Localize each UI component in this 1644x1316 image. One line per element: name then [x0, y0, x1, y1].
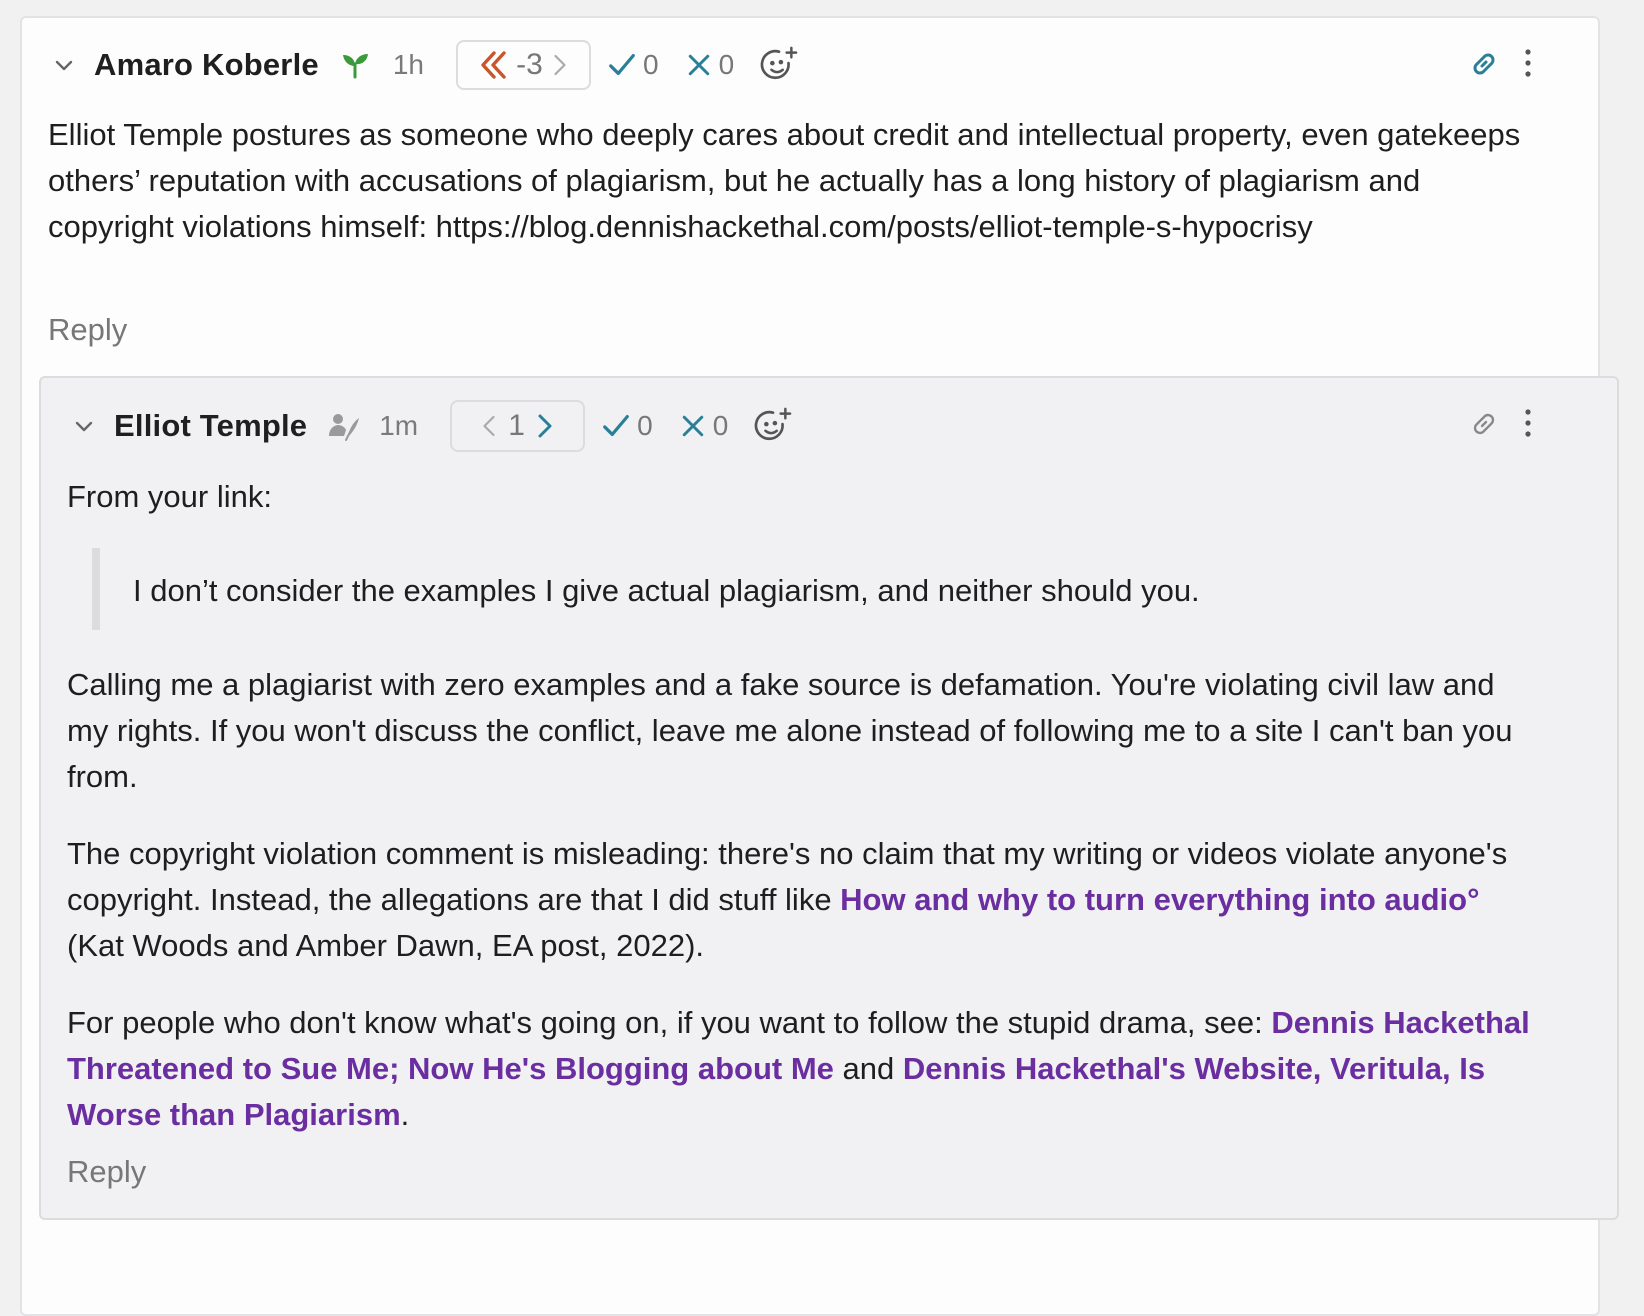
link-icon[interactable]: [1468, 48, 1500, 80]
paragraph-2: The copyright violation comment is misle…: [67, 831, 1537, 969]
check-icon: [609, 54, 635, 76]
check-icon: [603, 415, 629, 437]
audio-article-link[interactable]: How and why to turn everything into audi…: [840, 882, 1467, 917]
reply-intro: From your link:: [67, 474, 272, 520]
chevron-down-icon[interactable]: [72, 414, 96, 438]
blockquote-bar: [92, 548, 100, 630]
vote-score: -3: [516, 48, 543, 81]
link-icon[interactable]: [1468, 408, 1500, 440]
reply-button[interactable]: Reply: [67, 1154, 146, 1190]
disagree-button[interactable]: 0: [679, 410, 729, 442]
timestamp: 1m: [379, 410, 419, 441]
chevron-down-icon[interactable]: [52, 53, 76, 77]
chevron-right-icon[interactable]: [551, 50, 569, 80]
intro-text: From your link:: [67, 479, 272, 514]
vote-score: 1: [508, 409, 525, 442]
text-span: and: [833, 1051, 903, 1086]
user-feather-icon: [329, 414, 360, 441]
blockquote: I don’t consider the examples I give act…: [133, 568, 1533, 614]
kebab-menu-icon[interactable]: [1523, 408, 1533, 438]
vote-widget: 1: [450, 400, 586, 452]
chevron-right-icon[interactable]: [535, 410, 555, 442]
disagree-count: 0: [718, 49, 735, 80]
paragraph-3: For people who don't know what's going o…: [67, 1000, 1537, 1138]
text-span: (Kat Woods and Amber Dawn, EA post, 2022…: [67, 928, 704, 963]
chevron-left-icon[interactable]: [480, 411, 498, 441]
paragraph-text: Calling me a plagiarist with zero exampl…: [67, 667, 1513, 794]
double-chevron-left-icon[interactable]: [478, 47, 510, 83]
disagree-button[interactable]: 0: [685, 49, 735, 81]
agree-count: 0: [642, 49, 659, 80]
author-name[interactable]: Elliot Temple: [114, 408, 307, 444]
timestamp: 1h: [392, 49, 424, 80]
external-link-mark[interactable]: °: [1467, 882, 1479, 917]
kebab-menu-icon[interactable]: [1523, 48, 1533, 78]
comment-header: Elliot Temple 1m 1 0 0: [72, 400, 792, 452]
paragraph-text: For people who don't know what's going o…: [67, 1000, 1537, 1138]
comment-body: Elliot Temple postures as someone who de…: [48, 112, 1538, 250]
paragraph-1: Calling me a plagiarist with zero exampl…: [67, 662, 1537, 800]
add-emoji-icon[interactable]: [754, 407, 792, 445]
agree-button[interactable]: 0: [601, 410, 653, 442]
text-span: For people who don't know what's going o…: [67, 1005, 1272, 1040]
comment-header: Amaro Koberle 1h -3 0 0: [52, 40, 798, 90]
reply-button[interactable]: Reply: [48, 312, 127, 348]
x-icon: [682, 415, 703, 437]
x-icon: [688, 54, 709, 76]
vote-widget: -3: [455, 40, 591, 90]
quote-text: I don’t consider the examples I give act…: [133, 573, 1200, 608]
sprout-icon: [342, 54, 368, 79]
agree-button[interactable]: 0: [607, 49, 659, 81]
comment-text: Elliot Temple postures as someone who de…: [48, 117, 1521, 244]
agree-count: 0: [637, 410, 653, 441]
disagree-count: 0: [712, 410, 729, 441]
add-emoji-icon[interactable]: [760, 46, 798, 84]
author-name[interactable]: Amaro Koberle: [94, 47, 319, 83]
paragraph-text: The copyright violation comment is misle…: [67, 831, 1537, 969]
text-span: .: [400, 1097, 410, 1132]
